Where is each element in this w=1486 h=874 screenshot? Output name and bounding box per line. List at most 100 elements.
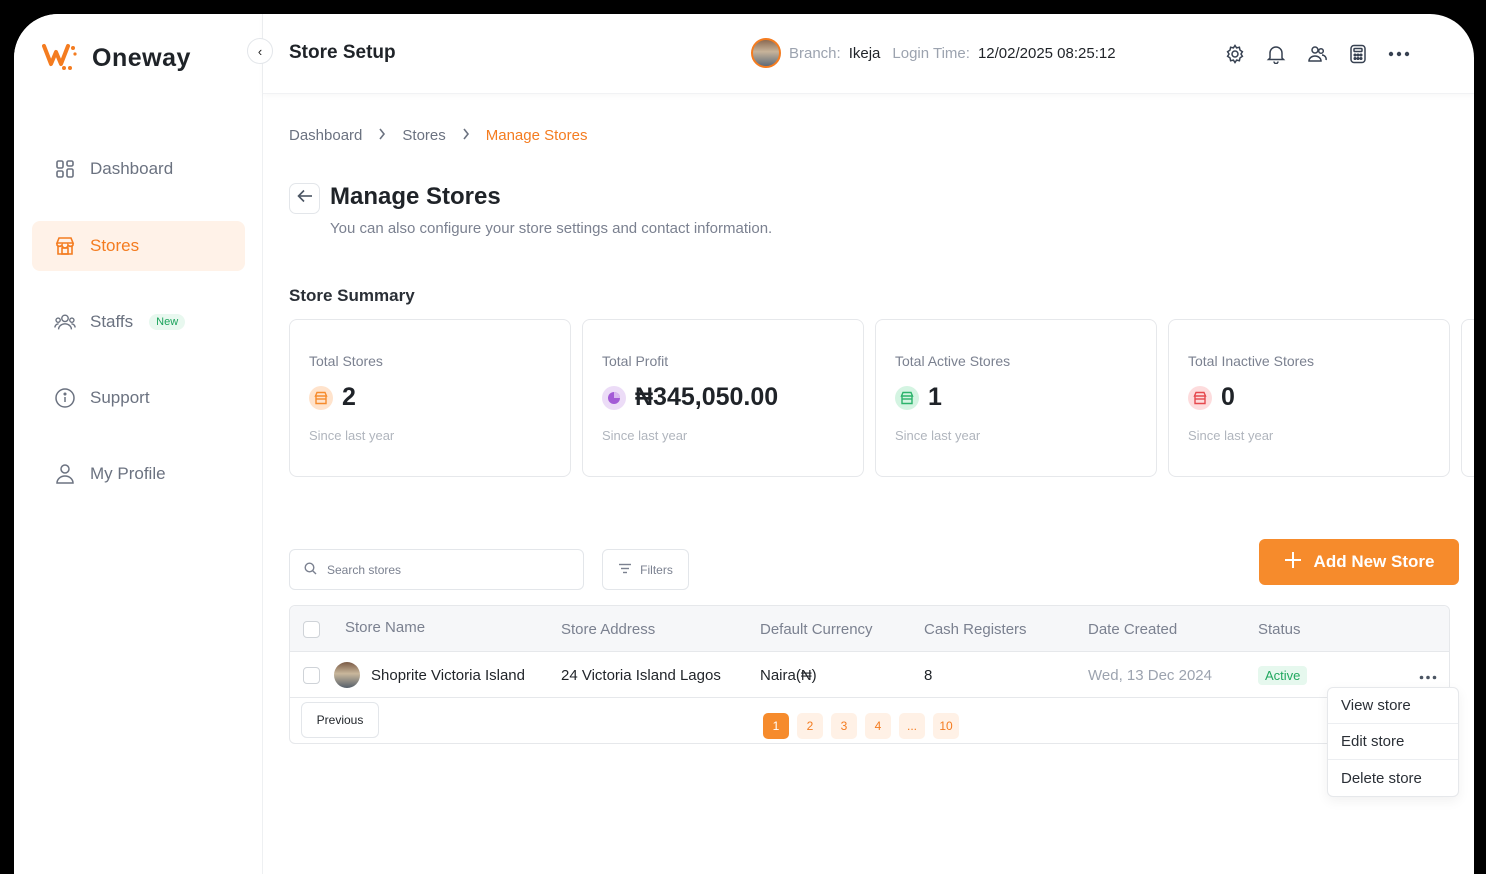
sidebar-item-my-profile[interactable]: My Profile [32, 449, 245, 499]
view-store-menu-item[interactable]: View store [1328, 688, 1458, 724]
oneway-logo-icon [42, 42, 78, 75]
page-button[interactable]: 4 [865, 713, 891, 739]
card-label: Total Active Stores [895, 353, 1011, 369]
column-cash-registers[interactable]: Cash Registers [924, 606, 1027, 652]
add-new-store-label: Add New Store [1313, 552, 1435, 571]
sidebar-item-label: Stores [90, 236, 140, 255]
card-foot: Since last year [895, 428, 981, 443]
users-icon[interactable] [1305, 42, 1328, 65]
top-bar: Store Setup Branch: Ikeja Login Time: 12… [263, 14, 1474, 94]
plus-icon [1284, 551, 1302, 574]
status-cell: Active [1258, 652, 1308, 698]
branch-value: Ikeja [848, 44, 881, 62]
table-header: Store Name Store Address Default Currenc… [290, 606, 1449, 652]
card-total-inactive-stores: Total Inactive Stores 0 Since last year [1168, 319, 1450, 477]
add-new-store-button[interactable]: Add New Store [1259, 539, 1459, 585]
column-store-name[interactable]: Store Name [345, 604, 425, 650]
row-checkbox[interactable] [303, 652, 320, 698]
column-date-created[interactable]: Date Created [1088, 606, 1177, 652]
card-total-profit: Total Profit ₦345,050.00 Since last year [582, 319, 864, 477]
sidebar-item-label: Support [90, 388, 150, 407]
store-name: Shoprite Victoria Island [371, 666, 525, 684]
card-value: 1 [895, 383, 942, 412]
card-value-text: 1 [928, 383, 942, 411]
card-label: Total Stores [309, 353, 383, 369]
pagination: 1 2 3 4 ... 10 [763, 713, 959, 739]
page-button[interactable]: 3 [831, 713, 857, 739]
breadcrumb: Dashboard Stores Manage Stores [289, 127, 587, 144]
arrow-left-icon [296, 189, 313, 208]
select-all-checkbox[interactable] [303, 606, 320, 652]
page-button[interactable]: 2 [797, 713, 823, 739]
calculator-icon[interactable] [1346, 42, 1369, 65]
delete-store-menu-item[interactable]: Delete store [1328, 760, 1458, 796]
search-icon [304, 561, 317, 578]
sidebar: Oneway Dashboard Stores Staffs New Suppo… [14, 14, 263, 874]
card-value: 0 [1188, 383, 1235, 412]
store-icon [309, 385, 333, 410]
page-subtitle: You can also configure your store settin… [330, 220, 773, 237]
logo[interactable]: Oneway [42, 42, 191, 75]
store-name-cell: Shoprite Victoria Island [334, 652, 525, 698]
app-name: Oneway [92, 44, 191, 72]
edit-store-menu-item[interactable]: Edit store [1328, 724, 1458, 760]
team-icon [54, 311, 76, 333]
login-value: 12/02/2025 08:25:12 [977, 44, 1116, 62]
card-value-text: 0 [1221, 383, 1235, 411]
breadcrumb-stores[interactable]: Stores [402, 127, 445, 144]
settings-icon[interactable] [1223, 42, 1246, 65]
card-value-text: ₦345,050.00 [635, 383, 779, 411]
bell-icon[interactable] [1264, 42, 1287, 65]
login-label: Login Time: [892, 44, 970, 62]
header-actions [1223, 42, 1411, 65]
back-button[interactable] [289, 183, 320, 214]
card-value: ₦345,050.00 [602, 383, 778, 412]
store-thumbnail [334, 662, 360, 688]
more-icon [1419, 667, 1437, 684]
sidebar-item-label: Dashboard [90, 159, 174, 178]
header-title: Store Setup [289, 42, 396, 63]
stores-table: Store Name Store Address Default Currenc… [289, 605, 1450, 744]
breadcrumb-current: Manage Stores [485, 127, 588, 144]
chevron-left-icon: ‹ [257, 43, 263, 59]
search-input[interactable]: Search stores [289, 549, 584, 590]
sidebar-item-dashboard[interactable]: Dashboard [32, 144, 245, 194]
sidebar-item-support[interactable]: Support [32, 373, 245, 423]
filters-button[interactable]: Filters [602, 549, 689, 590]
sidebar-item-stores[interactable]: Stores [32, 221, 245, 271]
app-window: Oneway Dashboard Stores Staffs New Suppo… [14, 14, 1474, 874]
branch-avatar[interactable] [751, 38, 781, 68]
card-total-stores: Total Stores 2 Since last year [289, 319, 571, 477]
breadcrumb-dashboard[interactable]: Dashboard [289, 127, 362, 144]
summary-title: Store Summary [289, 286, 415, 305]
summary-cards: Total Stores 2 Since last year Total Pro… [289, 319, 1474, 479]
grid-icon [54, 158, 76, 180]
date-created: Wed, 13 Dec 2024 [1088, 666, 1212, 684]
sidebar-item-staffs[interactable]: Staffs New [32, 297, 245, 347]
chevron-right-icon [462, 127, 470, 144]
search-placeholder: Search stores [327, 562, 402, 577]
collapse-sidebar-button[interactable]: ‹ [247, 38, 273, 64]
default-currency: Naira(₦) [760, 666, 817, 684]
card-label: Total Profit [602, 353, 669, 369]
cash-registers: 8 [924, 666, 933, 684]
column-status[interactable]: Status [1258, 606, 1301, 652]
card-value: 2 [309, 383, 356, 412]
store-icon [54, 235, 76, 257]
card-foot: Since last year [602, 428, 688, 443]
card-partial [1461, 319, 1474, 477]
store-address: 24 Victoria Island Lagos [561, 666, 721, 684]
status-badge: Active [1258, 665, 1308, 685]
page-button[interactable]: 1 [763, 713, 789, 739]
column-default-currency[interactable]: Default Currency [760, 606, 873, 652]
column-store-address[interactable]: Store Address [561, 606, 655, 652]
page-button[interactable]: 10 [933, 713, 959, 739]
previous-button[interactable]: Previous [301, 702, 379, 738]
table-row[interactable]: Shoprite Victoria Island 24 Victoria Isl… [290, 652, 1449, 698]
user-icon [54, 463, 76, 485]
row-action-menu: View store Edit store Delete store [1327, 687, 1459, 797]
branch-info: Branch: Ikeja Login Time: 12/02/2025 08:… [751, 38, 1116, 68]
more-icon[interactable] [1387, 42, 1411, 65]
filters-label: Filters [640, 562, 673, 577]
new-badge: New [149, 314, 186, 330]
